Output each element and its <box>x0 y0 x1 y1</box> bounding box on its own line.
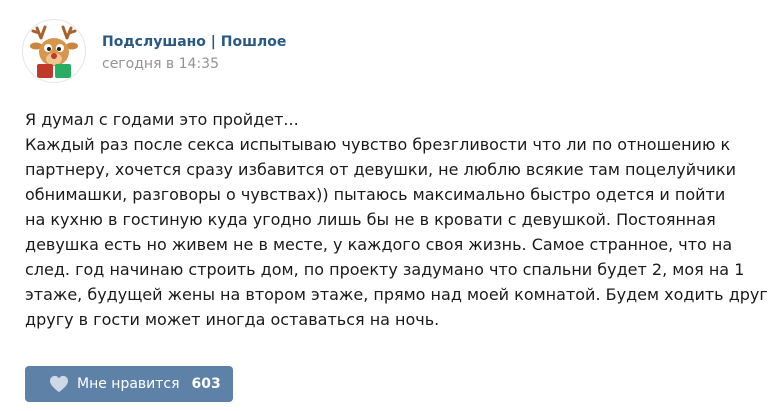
like-button[interactable]: Мне нравится 603 <box>25 366 233 402</box>
post: Подслушано | Пошлое сегодня в 14:35 Я ду… <box>0 0 780 411</box>
post-text-line: след. год начинаю строить дом, по проект… <box>25 260 745 279</box>
post-header: Подслушано | Пошлое сегодня в 14:35 <box>102 33 286 73</box>
post-text-line: этаже, будущей жены на втором этаже, пря… <box>25 285 768 304</box>
group-name-link[interactable]: Подслушано | Пошлое <box>102 33 286 51</box>
post-text-line: на кухню в гостиную куда угодно лишь бы … <box>25 210 716 229</box>
like-label: Мне нравится <box>77 376 180 392</box>
group-avatar[interactable] <box>22 19 86 83</box>
post-date-link[interactable]: сегодня в 14:35 <box>102 55 286 73</box>
like-count: 603 <box>191 376 221 392</box>
post-text: Я думал с годами это пройдет... Каждый р… <box>25 107 768 332</box>
post-text-line: обнимашки, разговоры о чувствах)) пытаюс… <box>25 185 726 204</box>
deer-mascot-icon <box>30 25 78 78</box>
post-text-line: девушка есть но живем не в месте, у кажд… <box>25 235 733 254</box>
post-text-line: Каждый раз после секса испытываю чувство… <box>25 135 731 154</box>
heart-icon <box>49 375 69 393</box>
post-text-line: другу в гости может иногда оставаться на… <box>25 310 440 329</box>
post-text-line: партнеру, хочется сразу избавится от дев… <box>25 160 737 179</box>
post-text-line: Я думал с годами это пройдет... <box>25 110 299 129</box>
